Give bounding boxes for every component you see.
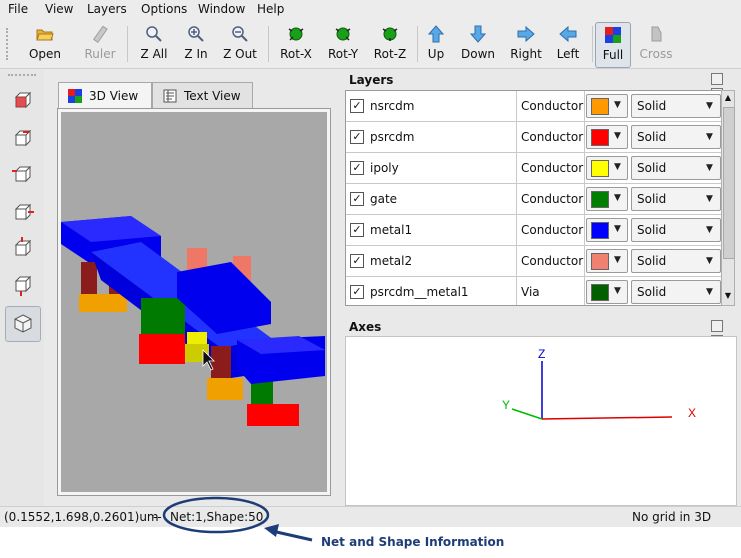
callout-arrow bbox=[271, 529, 313, 542]
arrow-head-icon bbox=[264, 524, 279, 537]
annotation-overlay bbox=[162, 496, 313, 542]
callout-ellipse bbox=[162, 496, 270, 534]
callout-label: Net and Shape Information bbox=[321, 535, 505, 549]
